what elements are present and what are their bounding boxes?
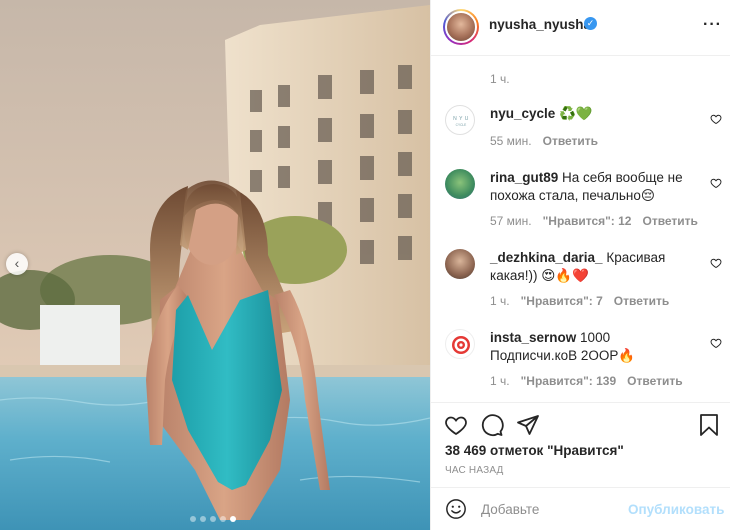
comment-icon[interactable]	[480, 413, 504, 437]
reply-button[interactable]: Ответить	[642, 214, 697, 228]
heart-icon[interactable]	[710, 177, 722, 189]
commenter-avatar[interactable]	[445, 249, 475, 279]
comment-text: rina_gut89 На себя вообще не похожа стал…	[490, 169, 700, 205]
carousel-dot	[200, 516, 206, 522]
reply-button[interactable]: Ответить	[627, 374, 682, 388]
comment-meta: 55 мин. Ответить	[490, 134, 609, 148]
comment-time: 1 ч.	[490, 294, 510, 308]
post-date[interactable]: ЧАС НАЗАД	[445, 465, 504, 476]
carousel-dot	[210, 516, 216, 522]
commenter-avatar[interactable]: N Y U CYCLE	[445, 105, 475, 135]
commenter-username[interactable]: nyu_cycle	[490, 106, 555, 121]
post-side-panel: nyusha_nyusha ✓ ··· 1 ч. N Y U CYCLE nyu…	[430, 0, 730, 530]
carousel-dot	[220, 516, 226, 522]
target-icon	[452, 336, 470, 354]
heart-icon[interactable]	[710, 113, 722, 125]
heart-icon[interactable]	[710, 257, 722, 269]
svg-text:N Y U: N Y U	[453, 116, 469, 122]
verified-badge-icon: ✓	[584, 17, 597, 30]
carousel-prev-button[interactable]: ‹	[6, 253, 28, 275]
comment-body: ♻️💚	[559, 106, 593, 121]
bookmark-icon[interactable]	[697, 413, 721, 437]
comment-meta: 1 ч. "Нравится": 7 Ответить	[490, 294, 680, 308]
more-horizontal-icon[interactable]: ···	[703, 16, 722, 34]
smile-icon[interactable]	[445, 498, 467, 520]
comment-like-count[interactable]: "Нравится": 12	[543, 214, 632, 228]
svg-text:CYCLE: CYCLE	[456, 123, 467, 127]
chevron-left-icon: ‹	[14, 255, 20, 271]
comment-input[interactable]	[481, 498, 626, 520]
comment-time: 55 мин.	[490, 134, 532, 148]
publish-button[interactable]: Опубликовать	[628, 502, 724, 517]
likes-count[interactable]: 38 469 отметок "Нравится"	[445, 443, 624, 458]
caption-time: 1 ч.	[490, 72, 510, 86]
commenter-avatar[interactable]	[445, 329, 475, 359]
comment-text: _dezhkina_daria_ Красивая какая!)) 😍🔥❤️	[490, 249, 700, 285]
commenter-avatar[interactable]	[445, 169, 475, 199]
reply-button[interactable]: Ответить	[614, 294, 669, 308]
commenter-username[interactable]: rina_gut89	[490, 170, 558, 185]
heart-icon[interactable]	[444, 413, 468, 437]
comment-text: insta_sernow 1000 Подписчи.коВ 2ООР🔥	[490, 329, 700, 365]
comment-meta: 1 ч. "Нравится": 139 Ответить	[490, 374, 694, 388]
reply-button[interactable]: Ответить	[543, 134, 598, 148]
author-username[interactable]: nyusha_nyusha	[489, 17, 591, 32]
comment-meta: 57 мин. "Нравится": 12 Ответить	[490, 214, 709, 228]
comments-list[interactable]: 1 ч. N Y U CYCLE nyu_cycle ♻️💚 55 мин. О…	[431, 56, 730, 402]
heart-icon[interactable]	[710, 337, 722, 349]
comment-like-count[interactable]: "Нравится": 7	[521, 294, 603, 308]
commenter-username[interactable]: insta_sernow	[490, 330, 576, 345]
comment-like-count[interactable]: "Нравится": 139	[521, 374, 617, 388]
post-header: nyusha_nyusha ✓ ···	[431, 0, 730, 56]
carousel-indicator	[190, 516, 236, 522]
comment-time: 57 мин.	[490, 214, 532, 228]
share-icon[interactable]	[516, 413, 540, 437]
photo-illustration	[0, 0, 430, 530]
comment-time: 1 ч.	[490, 374, 510, 388]
author-avatar[interactable]	[443, 9, 479, 45]
carousel-dot	[230, 516, 236, 522]
commenter-username[interactable]: _dezhkina_daria_	[490, 250, 603, 265]
carousel-dot	[190, 516, 196, 522]
post-photo[interactable]: ‹	[0, 0, 430, 530]
comment-text: nyu_cycle ♻️💚	[490, 105, 700, 123]
add-comment-bar: Опубликовать	[431, 487, 730, 530]
